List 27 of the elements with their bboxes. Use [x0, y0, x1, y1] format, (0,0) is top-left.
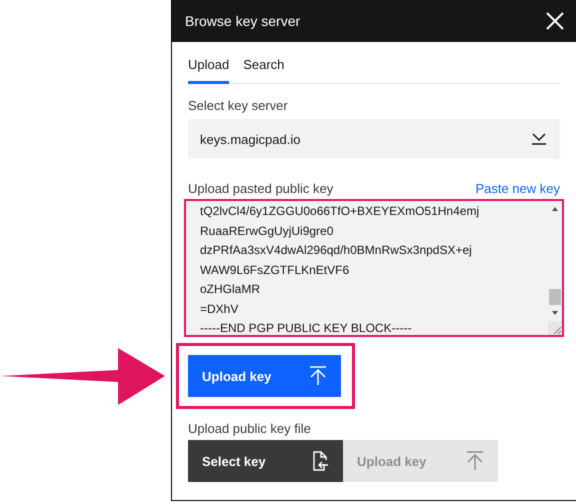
key-text-line: WAW9L6FsZGTFLKnEtVF6	[200, 262, 350, 278]
key-text-line: oZHGlaMR	[200, 281, 262, 298]
select-key-button[interactable]: Select key	[188, 440, 343, 482]
field-label: Upload public key file	[188, 421, 312, 436]
scroll-down-icon[interactable]	[550, 309, 560, 317]
resize-grip-icon[interactable]	[552, 325, 562, 335]
scroll-up-icon[interactable]	[550, 205, 560, 213]
tab[interactable]: Upload	[188, 54, 230, 84]
upload-key-button[interactable]: Upload key	[188, 355, 341, 397]
key-text-line: =DXhV	[200, 300, 240, 318]
upload-icon	[309, 366, 327, 386]
key-text-line: -----END PGP PUBLIC KEY BLOCK-----	[200, 320, 413, 335]
scrollbar-thumb[interactable]	[549, 289, 561, 305]
public-key-textarea[interactable]: tQ2lvCl4/6y1ZGGU0o66TfO+BXEYEXmO51Hn4emj RuaaRErwGgUyjUi9gre0 dzPRfAa3sxV4dwAl296qd/h0BMnRwSx3npdSX+ej WAW9L6FsZGTFLKnEtVF6 oZHGlaMR =DXhV -----END PGP PUBLIC KEY BLOCK-----	[184, 199, 564, 337]
key-server-dropdown[interactable]: keys.magicpad.io	[188, 119, 560, 159]
upload-icon	[466, 451, 484, 471]
key-text-line: RuaaRErwGgUyjUi9gre0	[200, 222, 334, 240]
key-text-line: dzPRfAa3sxV4dwAl296qd/h0BMnRwSx3npdSX+ej	[200, 242, 473, 259]
file-import-icon	[313, 451, 329, 471]
tab[interactable]: Search	[243, 54, 284, 84]
field-label: Upload pasted public key	[188, 181, 334, 196]
window-title: Browse key server	[185, 13, 300, 29]
field-label: Select key server	[188, 98, 289, 113]
key-text-line: tQ2lvCl4/6y1ZGGU0o66TfO+BXEYEXmO51Hn4emj	[200, 203, 480, 220]
paste-new-key-link[interactable]: Paste new key	[475, 181, 560, 196]
close-icon[interactable]	[546, 12, 564, 30]
chevron-down-icon	[531, 133, 547, 145]
